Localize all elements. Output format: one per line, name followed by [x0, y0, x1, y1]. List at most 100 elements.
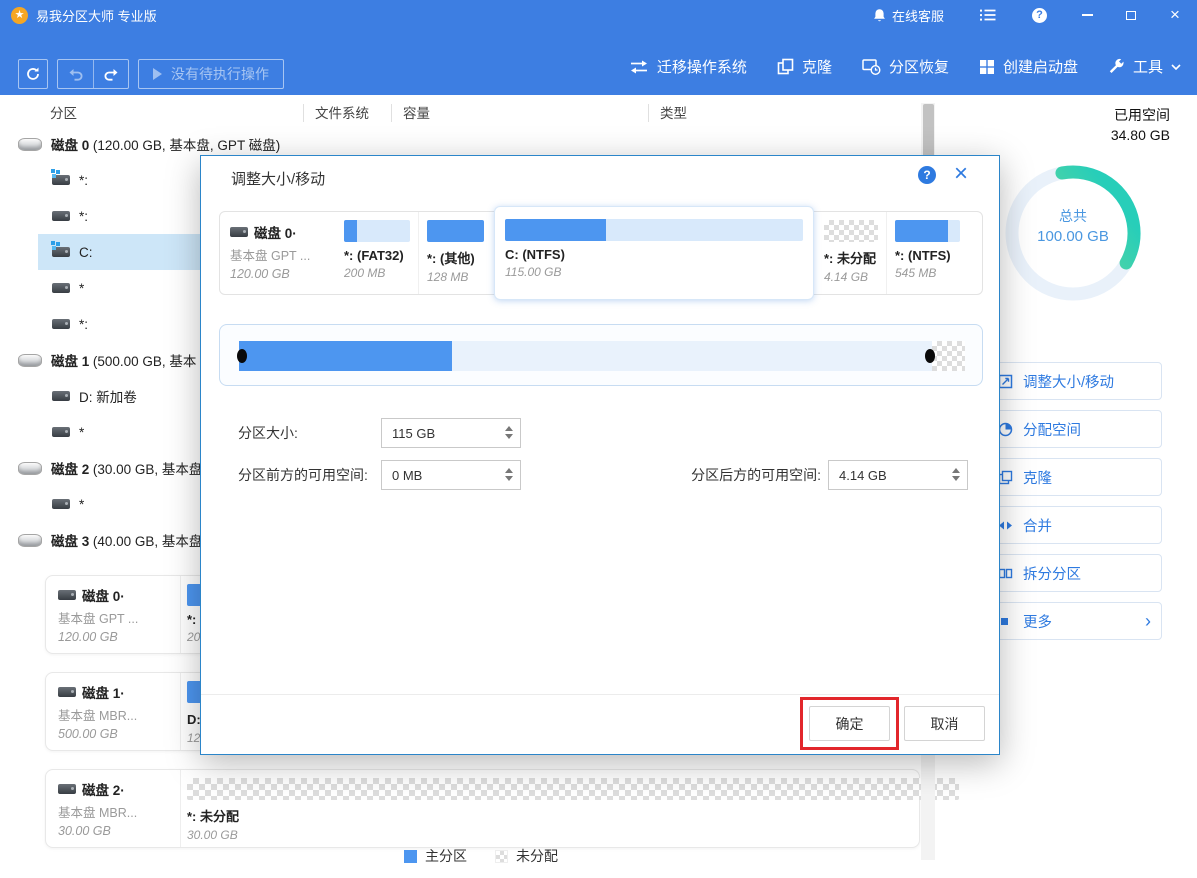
app-title: 易我分区大师 专业版 [36, 8, 157, 24]
merge-icon [999, 521, 1012, 529]
used-space-label: 已用空间 [1114, 107, 1170, 123]
resize-move-dialog: 调整大小/移动 磁盘 0· 基本盘 GPT ... 120.00 GB *: (… [200, 155, 1000, 755]
spinner-icon[interactable] [505, 468, 513, 481]
dialog-disk-info: 磁盘 0· 基本盘 GPT ... 120.00 GB [230, 226, 311, 281]
legend-unallocated-swatch [495, 849, 508, 863]
close-button[interactable] [1153, 0, 1197, 30]
redo-icon [104, 68, 118, 81]
action-more-button[interactable]: 更多 [984, 602, 1162, 640]
legend-unallocated-label: 未分配 [516, 848, 558, 864]
space-before-stepper[interactable] [381, 460, 521, 490]
spinner-icon[interactable] [505, 426, 513, 439]
online-service-label: 在线客服 [891, 8, 944, 24]
more-icon [1001, 617, 1008, 625]
clone-button[interactable]: 克隆 [777, 56, 832, 77]
maximize-button[interactable] [1109, 0, 1153, 30]
partition-size-input[interactable] [382, 419, 520, 447]
legend-primary-swatch [404, 849, 417, 863]
apply-operations-button[interactable]: 没有待执行操作 [138, 59, 284, 89]
disk-icon [18, 353, 42, 367]
used-space-segment [239, 341, 452, 371]
migrate-os-button[interactable]: 迁移操作系统 [629, 56, 747, 77]
clone-icon [998, 470, 1013, 484]
help-icon: ? [1032, 7, 1047, 23]
column-divider [303, 104, 304, 122]
create-boot-disk-button[interactable]: 创建启动盘 [979, 56, 1078, 77]
refresh-button[interactable] [18, 59, 48, 89]
pending-operations-label: 没有待执行操作 [171, 66, 269, 82]
total-value: 100.00 GB [1037, 228, 1109, 245]
dialog-disk-strip: 磁盘 0· 基本盘 GPT ... 120.00 GB *: (FAT32) 2… [219, 206, 983, 300]
resize-move-icon [998, 374, 1013, 388]
partition-size-label: 分区大小: [238, 425, 298, 441]
partition-icon [52, 499, 70, 509]
column-divider [648, 104, 649, 122]
space-after-stepper[interactable] [828, 460, 968, 490]
dialog-partition-unallocated[interactable]: *: 未分配 4.14 GB [816, 212, 886, 294]
resize-slider-track[interactable] [237, 341, 965, 371]
disk-icon [58, 590, 76, 600]
action-resize-move-label: 调整大小/移动 [1023, 374, 1115, 391]
disk-card-info: 磁盘 0· 基本盘 GPT ... 120.00 GB [58, 589, 139, 644]
boot-disk-label: 创建启动盘 [1002, 59, 1078, 76]
online-service-button[interactable]: 在线客服 [855, 0, 962, 30]
refresh-icon [27, 67, 39, 80]
titlebar: 易我分区大师 专业版 在线客服 ? [0, 0, 1197, 30]
ok-button[interactable]: 确定 [809, 706, 890, 741]
dialog-partition-ntfs-small[interactable]: *: (NTFS) 545 MB [886, 212, 968, 294]
partition-size-stepper[interactable] [381, 418, 521, 448]
column-header-filesystem: 文件系统 [315, 106, 369, 121]
partition-icon [52, 427, 70, 437]
slider-left-handle[interactable] [237, 349, 247, 363]
dialog-close-button[interactable] [949, 161, 973, 187]
tools-label: 工具 [1132, 59, 1163, 76]
disk-icon [18, 137, 42, 151]
disk-card-info: 磁盘 1· 基本盘 MBR... 500.00 GB [58, 686, 138, 741]
space-after-input[interactable] [829, 461, 967, 489]
partition-icon [52, 211, 70, 221]
action-clone-button[interactable]: 克隆 [984, 458, 1162, 496]
partition-recovery-button[interactable]: 分区恢复 [862, 56, 949, 77]
slider-right-handle[interactable] [925, 349, 935, 363]
migrate-os-icon [630, 60, 647, 73]
dialog-help-button[interactable] [918, 166, 936, 184]
action-clone-label: 克隆 [1023, 470, 1052, 487]
bell-icon [874, 8, 885, 21]
migrate-os-label: 迁移操作系统 [656, 59, 747, 76]
disk-card-2[interactable]: 磁盘 2· 基本盘 MBR... 30.00 GB *: 未分配 30.00 G… [45, 769, 959, 848]
disk-icon [230, 227, 248, 237]
disk-icon [18, 461, 42, 475]
partition-recovery-icon [862, 59, 881, 75]
minimize-button[interactable] [1065, 0, 1109, 30]
dialog-partition-fat32[interactable]: *: (FAT32) 200 MB [336, 212, 418, 294]
disk-icon [58, 784, 76, 794]
tools-button[interactable]: 工具 [1108, 56, 1181, 77]
partition-icon [52, 283, 70, 293]
action-merge-button[interactable]: 合并 [984, 506, 1162, 544]
dialog-partition-c-selected[interactable]: C: (NTFS) 115.00 GB [494, 206, 814, 300]
dialog-partition-other[interactable]: *: (其他) 128 MB [418, 212, 492, 294]
action-allocate-space-label: 分配空间 [1023, 422, 1081, 439]
play-icon [153, 68, 162, 80]
minimize-icon [1081, 14, 1093, 16]
scrollbar-thumb[interactable] [922, 104, 934, 158]
maximize-icon [1126, 10, 1136, 20]
operation-list-button[interactable] [962, 0, 1014, 30]
cancel-button[interactable]: 取消 [904, 706, 985, 741]
action-resize-move-button[interactable]: 调整大小/移动 [984, 362, 1162, 400]
spinner-icon[interactable] [952, 468, 960, 481]
disk-card-partition[interactable]: *: 未分配 30.00 GB [180, 770, 959, 847]
used-space-value: 34.80 GB [1110, 127, 1170, 143]
undo-button[interactable] [58, 60, 93, 88]
redo-button[interactable] [93, 60, 128, 88]
close-icon [1170, 0, 1180, 30]
clone-label: 克隆 [801, 59, 832, 76]
action-split-partition-button[interactable]: 拆分分区 [984, 554, 1162, 592]
action-allocate-space-button[interactable]: 分配空间 [984, 410, 1162, 448]
allocate-space-icon [998, 422, 1013, 436]
help-button[interactable]: ? [1014, 0, 1065, 30]
action-more-label: 更多 [1023, 614, 1052, 631]
space-before-input[interactable] [382, 461, 520, 489]
space-before-label: 分区前方的可用空间: [238, 467, 368, 483]
partition-recovery-label: 分区恢复 [888, 59, 949, 76]
